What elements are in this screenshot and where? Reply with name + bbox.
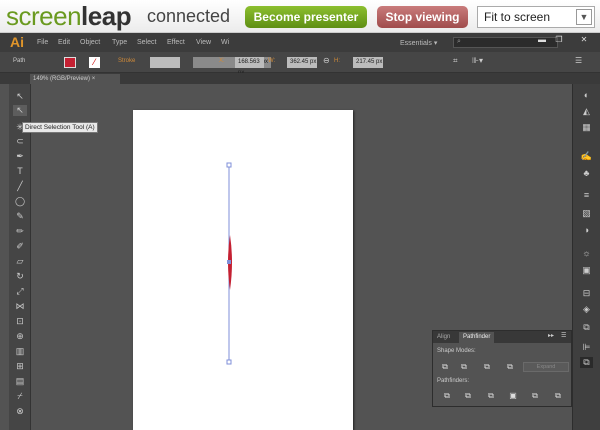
gradient-icon[interactable]: ▧ bbox=[580, 208, 593, 219]
appearance-icon[interactable]: ☼ bbox=[580, 248, 593, 259]
symbols-icon[interactable]: ♣ bbox=[580, 168, 593, 179]
anchor-handle[interactable] bbox=[226, 359, 232, 365]
transparency-icon[interactable]: ◑ bbox=[580, 225, 593, 236]
panel-dock: ◐ ◭ ▦ ✍ ♣ ≡ ▧ ◑ ☼ ▣ ⊟ ◈ ⧉ ⊫ ⧉ bbox=[572, 84, 600, 430]
panel-header: Align Pathfinder ▸▸ ☰ bbox=[433, 331, 571, 343]
pathfinders-label: Pathfinders: bbox=[437, 378, 470, 384]
pathfinder-panel: Align Pathfinder ▸▸ ☰ Shape Modes: ⧉ ⧉ ⧉… bbox=[432, 330, 572, 407]
anchor-handle[interactable] bbox=[226, 162, 232, 168]
graphic-styles-icon[interactable]: ▣ bbox=[580, 265, 593, 276]
trim-icon[interactable]: ⧉ bbox=[463, 391, 473, 400]
expand-button[interactable]: Expand bbox=[523, 362, 569, 372]
layers-icon[interactable]: ◈ bbox=[580, 304, 593, 315]
minus-front-icon[interactable]: ⧉ bbox=[459, 362, 469, 371]
shape-modes-label: Shape Modes: bbox=[437, 348, 476, 354]
pathfinder-dock-icon[interactable]: ⧉ bbox=[580, 357, 593, 368]
color-guide-icon[interactable]: ◭ bbox=[580, 106, 593, 117]
brushes-icon[interactable]: ✍ bbox=[580, 151, 593, 162]
tab-pathfinder[interactable]: Pathfinder bbox=[459, 332, 495, 343]
outline-icon[interactable]: ⧉ bbox=[530, 391, 540, 400]
swatches-icon[interactable]: ▦ bbox=[580, 122, 593, 133]
color-icon[interactable]: ◐ bbox=[580, 90, 593, 101]
minus-back-icon[interactable]: ⧉ bbox=[553, 391, 563, 400]
anchor-handle[interactable] bbox=[227, 260, 231, 264]
align-dock-icon[interactable]: ⊫ bbox=[580, 342, 593, 353]
tab-align[interactable]: Align bbox=[433, 332, 454, 343]
align-panel-icon[interactable]: ⊟ bbox=[580, 288, 593, 299]
panel-menu-icon[interactable]: ☰ bbox=[561, 332, 566, 339]
collapse-icon[interactable]: ▸▸ bbox=[548, 332, 554, 339]
crop-icon[interactable]: ▣ bbox=[508, 391, 518, 400]
stroke-icon[interactable]: ≡ bbox=[580, 190, 593, 201]
exclude-icon[interactable]: ⧉ bbox=[505, 362, 515, 371]
unite-icon[interactable]: ⧉ bbox=[440, 362, 450, 371]
divide-icon[interactable]: ⧉ bbox=[442, 391, 452, 400]
intersect-icon[interactable]: ⧉ bbox=[482, 362, 492, 371]
transform-panel-icon[interactable]: ⧉ bbox=[580, 322, 593, 333]
merge-icon[interactable]: ⧉ bbox=[486, 391, 496, 400]
